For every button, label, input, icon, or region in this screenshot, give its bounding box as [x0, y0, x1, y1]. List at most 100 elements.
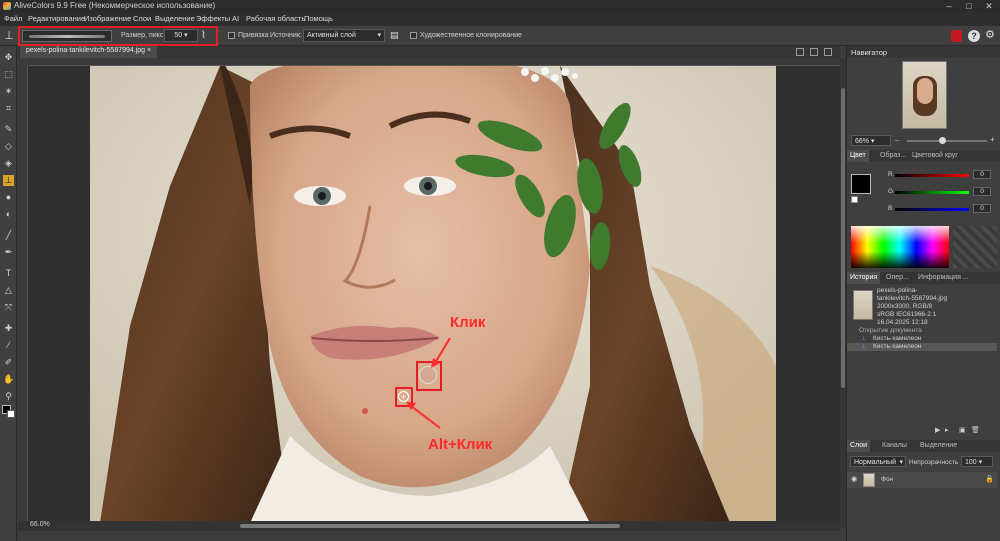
history-play-icon[interactable]: ▶ [935, 426, 940, 434]
source-select[interactable]: Активный слой ▾ [303, 29, 385, 42]
layer-visibility-icon[interactable]: ◉ [851, 475, 857, 483]
eraser-tool-icon[interactable]: ◇ [3, 141, 14, 152]
zoom-out-icon[interactable]: – [895, 137, 901, 144]
brush-tool-icon[interactable]: ✎ [3, 124, 14, 135]
brush-preview[interactable] [22, 30, 112, 42]
layout-single-icon[interactable] [796, 48, 804, 56]
magic-wand-tool-icon[interactable]: ✶ [3, 86, 14, 97]
tab-channels[interactable]: Каналы [879, 440, 910, 452]
minimize-icon[interactable]: – [938, 0, 960, 12]
dropper-tool-icon[interactable]: ✐ [3, 357, 14, 368]
opacity-input[interactable]: 100 ▾ [961, 456, 993, 467]
move-tool-icon[interactable]: ✥ [3, 52, 14, 63]
channel-g-value[interactable]: 0 [973, 187, 991, 196]
layer-lock-icon[interactable]: 🔒 [985, 475, 994, 483]
channel-b-value[interactable]: 0 [973, 204, 991, 213]
snap-label: Привязка [238, 32, 269, 39]
menu-help[interactable]: Помощь [304, 14, 333, 23]
canvas-photo[interactable] [90, 66, 776, 523]
close-icon[interactable]: ✕ [978, 0, 1000, 12]
transform-tool-icon[interactable]: ⤧ [3, 302, 14, 313]
shape-tool-icon[interactable]: △ [3, 285, 14, 296]
menu-image[interactable]: Изображение [84, 14, 131, 23]
layout-tile-icon[interactable] [824, 48, 832, 56]
settings-gear-icon[interactable]: ⚙ [985, 29, 997, 41]
document-tabbar: pexels-polina-tankilevitch-5587994.jpg × [18, 46, 840, 58]
tab-history[interactable]: История [847, 272, 881, 284]
channel-r-value[interactable]: 0 [973, 170, 991, 179]
tab-swatches[interactable]: Образ... [877, 150, 909, 162]
zoom-slider-handle[interactable] [939, 137, 946, 144]
channel-r-slider[interactable] [895, 174, 969, 177]
ruler-vertical [18, 66, 28, 521]
crop-tool-icon[interactable]: ⌗ [3, 103, 14, 114]
menu-ai[interactable]: AI [232, 14, 239, 23]
recent-colors[interactable] [953, 226, 997, 268]
menu-file[interactable]: Файл [4, 14, 22, 23]
tab-operations[interactable]: Опер... [883, 272, 912, 284]
channel-g-slider[interactable] [895, 191, 969, 194]
history-item-row[interactable]: ⊥ Кисть-хамелеон [847, 335, 997, 343]
document-tab[interactable]: pexels-polina-tankilevitch-5587994.jpg × [20, 46, 158, 58]
help-icon[interactable]: ? [968, 30, 980, 42]
background-color-swatch[interactable] [7, 410, 15, 418]
history-snapshot-icon[interactable]: ▸ [945, 426, 949, 434]
tab-color[interactable]: Цвет [847, 150, 869, 162]
notification-icon[interactable] [951, 30, 962, 42]
annotation-arrows [406, 337, 451, 429]
color-foreground-swatch[interactable] [851, 174, 871, 194]
layout-grid-icon[interactable] [810, 48, 818, 56]
menu-effects[interactable]: Эффекты [196, 14, 230, 23]
brush-link-icon[interactable]: ⌇ [201, 30, 213, 42]
layer-row[interactable]: ◉ Фон 🔒 [847, 472, 997, 488]
tab-selection[interactable]: Выделение [917, 440, 960, 452]
color-spectrum[interactable] [851, 226, 949, 268]
tab-info[interactable]: Информация ... [915, 272, 972, 284]
pen-tool-icon[interactable]: ✒ [3, 247, 14, 258]
menu-edit[interactable]: Редактирование [28, 14, 85, 23]
tab-color-wheel[interactable]: Цветовой круг [909, 150, 961, 162]
tab-layers[interactable]: Слои [847, 440, 871, 452]
channel-b-slider[interactable] [895, 208, 969, 211]
file-info-line-4: sRGB IEC61966-2.1 [877, 311, 937, 318]
vertical-scroll-thumb[interactable] [841, 88, 845, 388]
history-item-row-active[interactable]: ⊥ Кисть-хамелеон [847, 343, 997, 351]
menu-select[interactable]: Выделение [155, 14, 195, 23]
tab-close-icon[interactable]: × [147, 47, 151, 54]
smudge-tool-icon[interactable]: ◐ [3, 209, 14, 220]
text-tool-icon[interactable]: T [3, 268, 14, 279]
right-panel: Навигатор 66% ▾ – + Цвет Образ... Цветов… [846, 46, 1000, 541]
zoom-tool-icon[interactable]: ⚲ [3, 391, 14, 402]
eyedropper-tool-icon[interactable]: ⁄ [3, 340, 14, 351]
zoom-slider[interactable] [907, 140, 987, 142]
blend-mode-select[interactable]: Нормальный ▾ [850, 456, 906, 467]
layers-source-icon[interactable]: ▤ [390, 30, 402, 42]
maximize-icon[interactable]: □ [958, 0, 980, 12]
navigator-thumbnail[interactable] [902, 61, 947, 129]
snap-checkbox[interactable] [228, 32, 235, 39]
blur-tool-icon[interactable]: ● [3, 192, 14, 203]
history-new-icon[interactable]: ▣ [959, 426, 966, 434]
marquee-tool-icon[interactable]: ⬚ [3, 69, 14, 80]
horizontal-scrollbar[interactable] [240, 524, 620, 528]
menu-layers[interactable]: Слои [133, 14, 151, 23]
size-input[interactable]: 50 ▾ [164, 29, 198, 42]
navigator-zoom-select[interactable]: 66% ▾ [851, 135, 891, 146]
fill-tool-icon[interactable]: ◈ [3, 158, 14, 169]
alt-click-annotation: Alt+Клик [428, 436, 493, 453]
hand-tool-icon[interactable]: ✋ [3, 374, 14, 385]
zoom-in-icon[interactable]: + [990, 135, 995, 144]
healing-tool-icon[interactable]: ✚ [3, 323, 14, 334]
line-tool-icon[interactable]: ╱ [3, 230, 14, 241]
menu-workspace[interactable]: Рабочая область [246, 14, 305, 23]
history-delete-icon[interactable]: 🗑 [971, 426, 980, 434]
source-label: Источник: [270, 32, 302, 39]
chameleon-brush-tool-icon[interactable]: ⊥ [3, 175, 14, 186]
artistic-clone-checkbox[interactable] [410, 32, 417, 39]
thumbnail-face [917, 78, 933, 104]
brush-tool-preset-icon[interactable]: ⊥ [3, 29, 15, 43]
history-item-open[interactable]: Открытие документа [859, 327, 922, 334]
color-reset-icon[interactable] [851, 196, 858, 203]
history-footer: ▶ ▸ ▣ 🗑 [847, 426, 997, 436]
history-snapshot-thumbnail[interactable] [853, 290, 873, 320]
